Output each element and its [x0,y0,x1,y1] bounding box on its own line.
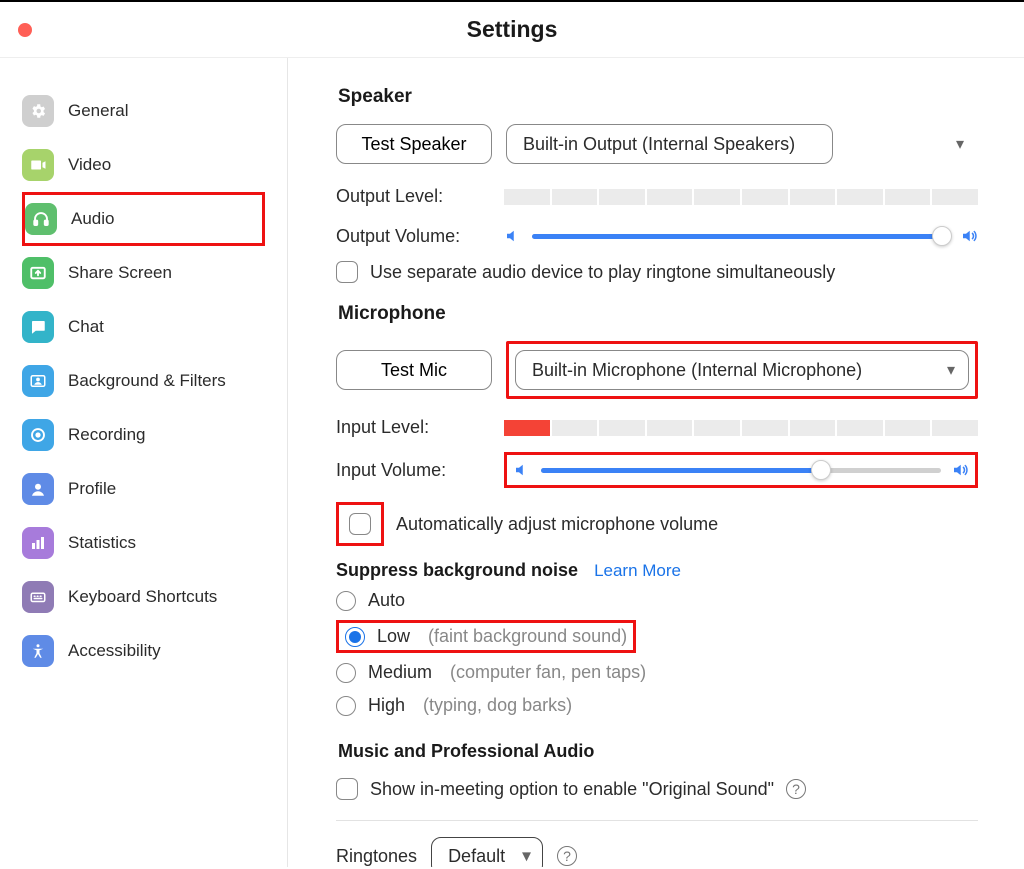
sidebar-label: Accessibility [68,641,161,661]
sidebar-item-keyboard-shortcuts[interactable]: Keyboard Shortcuts [22,570,265,624]
help-icon[interactable]: ? [557,846,577,866]
radio-icon [336,696,356,716]
volume-high-icon [960,227,978,245]
chat-icon [22,311,54,343]
volume-high-icon [951,461,969,479]
close-window-button[interactable] [18,23,32,37]
sidebar-label: Audio [71,209,114,229]
sidebar-label: Keyboard Shortcuts [68,587,217,607]
ringtones-select[interactable]: Default [431,837,543,867]
chevron-down-icon: ▾ [956,134,964,154]
sidebar: General Video Audio Share Screen Chat [0,58,288,867]
sidebar-label: General [68,101,128,121]
suppress-option-medium[interactable]: Medium (computer fan, pen taps) [336,659,978,686]
radio-icon [336,591,356,611]
window-title: Settings [467,16,558,43]
suppress-option-low[interactable]: Low (faint background sound) [336,620,636,653]
volume-low-icon [504,227,522,245]
output-volume-slider[interactable] [532,225,950,247]
sidebar-label: Chat [68,317,104,337]
help-icon[interactable]: ? [786,779,806,799]
sidebar-label: Video [68,155,111,175]
main-panel: Speaker Test Speaker Built-in Output (In… [288,58,1024,867]
mic-device-select[interactable]: Built-in Microphone (Internal Microphone… [515,350,969,390]
suppress-heading: Suppress background noise [336,560,578,581]
gear-icon [22,95,54,127]
test-speaker-button[interactable]: Test Speaker [336,124,492,164]
volume-low-icon [513,461,531,479]
sidebar-label: Profile [68,479,116,499]
sidebar-item-background-filters[interactable]: Background & Filters [22,354,265,408]
suppress-option-high[interactable]: High (typing, dog barks) [336,692,978,719]
ringtones-label: Ringtones [336,846,417,867]
sidebar-item-statistics[interactable]: Statistics [22,516,265,570]
sidebar-label: Background & Filters [68,371,226,391]
output-level-meter [504,189,978,205]
microphone-heading: Microphone [336,303,978,325]
output-volume-label: Output Volume: [336,226,490,247]
original-sound-label: Show in-meeting option to enable "Origin… [370,779,774,800]
sidebar-label: Statistics [68,533,136,553]
original-sound-checkbox[interactable] [336,778,358,800]
titlebar: Settings [0,2,1024,58]
sidebar-item-audio[interactable]: Audio [22,192,265,246]
input-volume-label: Input Volume: [336,460,490,481]
sidebar-item-share-screen[interactable]: Share Screen [22,246,265,300]
record-icon [22,419,54,451]
radio-icon [345,627,365,647]
speaker-device-select[interactable]: Built-in Output (Internal Speakers) [506,124,833,164]
test-mic-button[interactable]: Test Mic [336,350,492,390]
person-card-icon [22,365,54,397]
separate-audio-checkbox[interactable] [336,261,358,283]
video-icon [22,149,54,181]
separate-audio-label: Use separate audio device to play ringto… [370,262,835,283]
auto-adjust-mic-checkbox[interactable] [349,513,371,535]
input-level-meter [504,420,978,436]
sidebar-item-profile[interactable]: Profile [22,462,265,516]
input-volume-slider[interactable] [541,459,941,481]
divider [336,820,978,821]
suppress-option-auto[interactable]: Auto [336,587,978,614]
sidebar-item-accessibility[interactable]: Accessibility [22,624,265,678]
profile-icon [22,473,54,505]
accessibility-icon [22,635,54,667]
sidebar-item-recording[interactable]: Recording [22,408,265,462]
speaker-heading: Speaker [336,86,978,108]
auto-adjust-mic-label: Automatically adjust microphone volume [396,514,718,535]
output-level-label: Output Level: [336,186,490,207]
input-level-label: Input Level: [336,417,490,438]
radio-icon [336,663,356,683]
sidebar-label: Share Screen [68,263,172,283]
keyboard-icon [22,581,54,613]
music-heading: Music and Professional Audio [336,741,978,762]
stats-icon [22,527,54,559]
learn-more-link[interactable]: Learn More [594,561,681,581]
sidebar-item-chat[interactable]: Chat [22,300,265,354]
headphones-icon [25,203,57,235]
sidebar-item-general[interactable]: General [22,84,265,138]
sidebar-label: Recording [68,425,146,445]
share-screen-icon [22,257,54,289]
sidebar-item-video[interactable]: Video [22,138,265,192]
